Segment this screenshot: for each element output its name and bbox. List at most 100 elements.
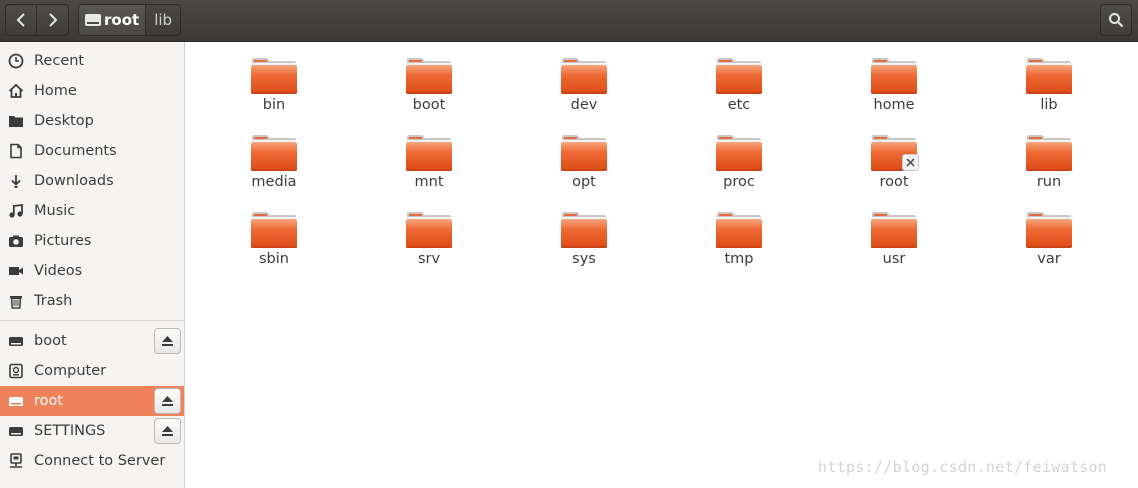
folder-item[interactable]: bin: [219, 56, 329, 126]
folder-item[interactable]: media: [219, 133, 329, 203]
folder-item[interactable]: srv: [374, 210, 484, 280]
sidebar-item-settings[interactable]: SETTINGS: [0, 416, 184, 446]
folder-icon: [716, 58, 762, 94]
watermark: https://blog.csdn.net/feiwatson: [818, 458, 1108, 476]
header-bar: root lib: [0, 0, 1138, 42]
sidebar-item-trash[interactable]: Trash: [0, 286, 184, 316]
folder-item[interactable]: etc: [684, 56, 794, 126]
sidebar-item-root[interactable]: root: [0, 386, 184, 416]
folder-item[interactable]: mnt: [374, 133, 484, 203]
back-button[interactable]: [5, 4, 37, 36]
sidebar-item-downloads[interactable]: Downloads: [0, 166, 184, 196]
folder-label: etc: [727, 97, 751, 113]
breadcrumb-lib[interactable]: lib: [146, 4, 182, 36]
sidebar-item-label: Videos: [34, 263, 83, 279]
sidebar-item-label: Trash: [34, 293, 73, 309]
folder-label: mnt: [414, 174, 444, 190]
folder-icon: [406, 58, 452, 94]
sidebar-item-home[interactable]: Home: [0, 76, 184, 106]
home-icon: [6, 81, 26, 101]
server-icon: [6, 451, 26, 471]
breadcrumb-root[interactable]: root: [78, 4, 147, 36]
folder-icon: [561, 212, 607, 248]
folder-label: var: [1037, 251, 1061, 267]
folder-item[interactable]: tmp: [684, 210, 794, 280]
computer-icon: [6, 361, 26, 381]
folder-label: home: [873, 97, 915, 113]
document-icon: [6, 141, 26, 161]
folder-label: opt: [572, 174, 596, 190]
sidebar-item-desktop[interactable]: Desktop: [0, 106, 184, 136]
navigation-buttons: [5, 4, 69, 36]
folder-icon: [406, 212, 452, 248]
folder-label: boot: [412, 97, 446, 113]
folder-item[interactable]: root: [839, 133, 949, 203]
breadcrumb-label: root: [104, 11, 140, 29]
sidebar-item-music[interactable]: Music: [0, 196, 184, 226]
folder-label: sys: [572, 251, 596, 267]
folder-label: usr: [882, 251, 906, 267]
no-access-icon: [902, 154, 919, 171]
folder-item[interactable]: proc: [684, 133, 794, 203]
breadcrumb-label: lib: [154, 11, 173, 29]
file-icon-view: bin boot dev etc home lib media mnt opt proc root r…: [186, 42, 1138, 488]
folder-item[interactable]: dev: [529, 56, 639, 126]
breadcrumb: root lib: [78, 4, 182, 36]
search-icon: [1109, 13, 1124, 28]
eject-icon: [162, 396, 173, 406]
sidebar-item-label: Computer: [34, 363, 107, 379]
folder-item[interactable]: opt: [529, 133, 639, 203]
folder-item[interactable]: boot: [374, 56, 484, 126]
forward-button[interactable]: [37, 4, 69, 36]
folder-item[interactable]: sys: [529, 210, 639, 280]
camera-icon: [6, 231, 26, 251]
folder-label: dev: [570, 97, 598, 113]
folder-icon: [251, 135, 297, 171]
folder-item[interactable]: usr: [839, 210, 949, 280]
eject-icon: [162, 336, 173, 346]
search-button[interactable]: [1100, 4, 1132, 36]
folder-label: lib: [1040, 97, 1058, 113]
sidebar-item-recent[interactable]: Recent: [0, 46, 184, 76]
sidebar-item-label: SETTINGS: [34, 423, 106, 439]
folder-icon: [871, 58, 917, 94]
folder-item[interactable]: lib: [994, 56, 1104, 126]
eject-button[interactable]: [154, 388, 181, 414]
trash-icon: [6, 291, 26, 311]
folder-label: srv: [417, 251, 441, 267]
eject-button[interactable]: [154, 328, 181, 354]
folder-icon: [561, 58, 607, 94]
sidebar-separator: [0, 320, 184, 321]
folder-icon: [1026, 135, 1072, 171]
folder-label: media: [251, 174, 297, 190]
video-icon: [6, 261, 26, 281]
sidebar-item-videos[interactable]: Videos: [0, 256, 184, 286]
chevron-left-icon: [16, 13, 25, 27]
folder-label: bin: [262, 97, 286, 113]
drive-icon: [6, 421, 26, 441]
sidebar-item-label: root: [34, 393, 64, 409]
sidebar-item-label: Music: [34, 203, 76, 219]
folder-item[interactable]: sbin: [219, 210, 329, 280]
sidebar-item-documents[interactable]: Documents: [0, 136, 184, 166]
sidebar-item-label: Home: [34, 83, 77, 99]
sidebar-item-label: Recent: [34, 53, 85, 69]
sidebar-item-label: Documents: [34, 143, 117, 159]
sidebar-item-connect-to-server[interactable]: Connect to Server: [0, 446, 184, 476]
sidebar-item-pictures[interactable]: Pictures: [0, 226, 184, 256]
folder-item[interactable]: var: [994, 210, 1104, 280]
folder-label: run: [1036, 174, 1062, 190]
sidebar-item-label: Connect to Server: [34, 453, 166, 469]
folder-icon: [1026, 212, 1072, 248]
sidebar-item-label: boot: [34, 333, 67, 349]
sidebar-item-computer[interactable]: Computer: [0, 356, 184, 386]
folder-item[interactable]: run: [994, 133, 1104, 203]
folder-item[interactable]: home: [839, 56, 949, 126]
folder-icon: [251, 58, 297, 94]
folder-icon: [561, 135, 607, 171]
eject-button[interactable]: [154, 418, 181, 444]
sidebar-item-boot[interactable]: boot: [0, 326, 184, 356]
chevron-right-icon: [48, 13, 57, 27]
sidebar-item-label: Downloads: [34, 173, 114, 189]
sidebar-item-label: Desktop: [34, 113, 94, 129]
